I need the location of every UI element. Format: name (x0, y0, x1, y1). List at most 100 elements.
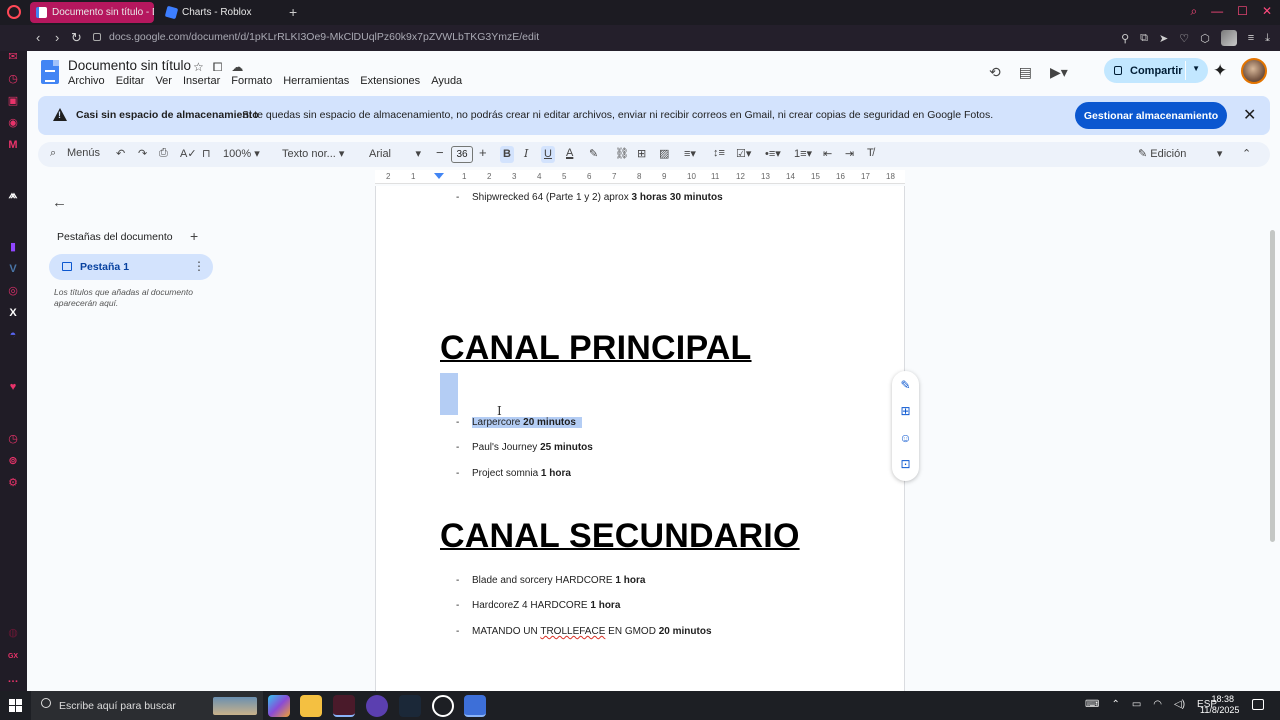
misspelled-word[interactable]: TROLLEFACE (540, 626, 605, 637)
editing-mode-select[interactable]: ✎ Edición ▾ (1138, 147, 1222, 160)
suggest-edit-icon[interactable]: ⊡ (899, 458, 912, 471)
gx-corner-icon[interactable]: ◍ (7, 627, 19, 639)
list-item[interactable]: Project somnia 1 hora (472, 468, 571, 479)
menu-formato[interactable]: Formato (231, 75, 272, 87)
games-icon[interactable]: ◉ (7, 117, 19, 129)
add-comment-icon[interactable]: ⊞ (637, 147, 646, 160)
search-menus-icon[interactable]: ⌕ (50, 147, 56, 160)
add-tab-plus-icon[interactable]: + (190, 228, 198, 244)
move-folder-icon[interactable]: ⧠ (213, 60, 223, 75)
search-tabs-icon[interactable]: ⌕ (1190, 4, 1197, 19)
back-icon[interactable]: ‹ (36, 30, 40, 45)
collapse-toolbar-icon[interactable]: ⌃ (1242, 147, 1251, 160)
instagram-icon[interactable]: ◎ (7, 285, 19, 297)
more-dots-icon[interactable]: … (7, 673, 19, 685)
underline-icon[interactable]: U (541, 146, 555, 163)
comments-icon[interactable]: ▤ (1019, 64, 1032, 81)
highlight-icon[interactable]: ✎ (589, 147, 598, 160)
paint-format-icon[interactable]: ⊓ (202, 147, 211, 160)
search-menus-label[interactable]: Menús (67, 147, 100, 159)
style-select[interactable]: Texto nor... ▾ (282, 147, 344, 160)
forward-icon[interactable]: › (55, 30, 59, 45)
favorites-heart-icon[interactable]: ♥ (7, 381, 19, 393)
new-tab-plus-icon[interactable]: + (289, 4, 297, 20)
tray-chevron-icon[interactable]: ⌃ (1111, 699, 1119, 710)
font-size-input[interactable]: 36 (451, 146, 473, 163)
obs-app-icon[interactable] (366, 695, 388, 717)
list-item[interactable]: MATANDO UN TROLLEFACE EN GMOD 20 minutos (472, 626, 712, 637)
maximize-icon[interactable]: ☐ (1237, 4, 1248, 19)
italic-icon[interactable]: I (524, 147, 528, 160)
close-window-icon[interactable]: ✕ (1262, 4, 1272, 19)
network-icon[interactable]: ▭ (1132, 699, 1141, 710)
minimize-icon[interactable]: — (1211, 4, 1223, 19)
bulleted-list-icon[interactable]: •≡▾ (765, 147, 781, 160)
roblox-studio-icon[interactable] (464, 695, 486, 717)
file-explorer-icon[interactable] (300, 695, 322, 717)
aria-icon[interactable]: ⩕ (7, 189, 19, 201)
numbered-list-icon[interactable]: 1≡▾ (794, 147, 812, 160)
pin-icon[interactable]: ⚲ (1121, 32, 1129, 45)
version-history-icon[interactable]: ⟲ (989, 64, 1001, 81)
list-item[interactable]: HardcoreZ 4 HARDCORE 1 hora (472, 600, 620, 611)
menu-archivo[interactable]: Archivo (68, 75, 105, 87)
scrollbar-thumb[interactable] (1270, 230, 1275, 542)
menu-insertar[interactable]: Insertar (183, 75, 220, 87)
increase-indent-icon[interactable]: ⇥ (845, 147, 854, 160)
messenger-icon[interactable]: ✉ (7, 51, 19, 63)
clear-format-icon[interactable]: T̸ (867, 147, 874, 159)
download-icon[interactable]: ⤓ (1265, 32, 1270, 45)
checklist-icon[interactable]: ☑▾ (736, 147, 751, 160)
more-vert-icon[interactable]: ⋮ (193, 259, 205, 273)
menu-editar[interactable]: Editar (116, 75, 145, 87)
mail-icon[interactable]: M (7, 139, 19, 151)
vk-icon[interactable]: V (7, 263, 19, 275)
snapshot-icon[interactable]: ⧉ (1140, 32, 1148, 45)
heart-icon[interactable]: ♡ (1179, 32, 1189, 45)
notifications-icon[interactable] (1252, 699, 1264, 710)
list-item[interactable]: Shipwrecked 64 (Parte 1 y 2) aprox 3 hor… (472, 192, 723, 203)
document-title[interactable]: Documento sin título (68, 58, 191, 73)
heading-canal-secundario[interactable]: CANAL SECUNDARIO (440, 517, 800, 556)
menu-ver[interactable]: Ver (155, 75, 172, 87)
chrome-app-icon[interactable] (432, 695, 454, 717)
volume-icon[interactable]: ◁) (1174, 699, 1185, 710)
clock-icon[interactable]: ◷ (7, 433, 19, 445)
wallet-icon[interactable]: ▣ (7, 95, 19, 107)
text-color-icon[interactable]: A (566, 147, 573, 159)
steam-app-icon[interactable] (399, 695, 421, 717)
player-icon[interactable]: ⊚ (7, 455, 19, 467)
gemini-sparkle-icon[interactable]: ✦ (1213, 61, 1227, 81)
help-me-write-icon[interactable]: ✎ (899, 379, 912, 392)
zoom-select[interactable]: 100% ▾ (223, 147, 260, 160)
list-item[interactable]: Paul's Journey 25 minutos (472, 442, 593, 453)
close-icon[interactable]: ✕ (1243, 105, 1256, 125)
copilot-app-icon[interactable] (268, 695, 290, 717)
avatar[interactable] (1241, 58, 1267, 84)
menu-extensiones[interactable]: Extensiones (360, 75, 420, 87)
discord-icon[interactable]: ◓ (7, 329, 19, 341)
chevron-down-icon[interactable]: ▼ (1192, 64, 1200, 73)
line-spacing-icon[interactable]: ↕≡ (713, 147, 725, 159)
menu-icon[interactable]: ≡ (1248, 32, 1254, 44)
send-icon[interactable]: ➤ (1159, 32, 1168, 45)
indent-marker[interactable] (434, 173, 444, 179)
profile-thumbnail[interactable] (1220, 30, 1237, 46)
wifi-icon[interactable]: ◠ (1153, 699, 1162, 710)
opera-logo-icon[interactable] (7, 5, 21, 19)
decrease-indent-icon[interactable]: ⇤ (823, 147, 832, 160)
bold-icon[interactable]: B (500, 146, 514, 163)
document-page[interactable]: - Shipwrecked 64 (Parte 1 y 2) aprox 3 h… (375, 186, 905, 691)
add-comment-icon[interactable]: ⊞ (899, 405, 912, 418)
extensions-icon[interactable]: ⬡ (1200, 32, 1210, 45)
menu-ayuda[interactable]: Ayuda (431, 75, 462, 87)
list-item[interactable]: Larpercore 20 minutos (472, 417, 582, 428)
increase-font-icon[interactable]: + (479, 145, 487, 160)
url-field[interactable]: docs.google.com/document/d/1pKLrRLKI3Oe9… (93, 31, 539, 43)
docs-logo-icon[interactable] (41, 60, 59, 84)
x-icon[interactable]: X (7, 307, 19, 319)
start-windows-icon[interactable] (9, 699, 22, 712)
align-icon[interactable]: ≡▾ (684, 147, 696, 160)
meet-video-icon[interactable]: ▶▾ (1050, 64, 1068, 81)
emoji-reaction-icon[interactable]: ☺ (899, 432, 912, 445)
